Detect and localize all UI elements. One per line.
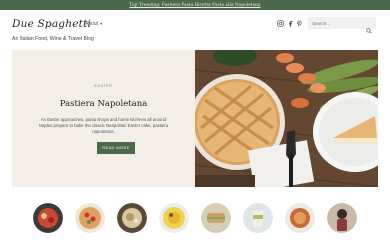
search-input[interactable]	[312, 18, 362, 28]
featured-post-image[interactable]	[195, 50, 378, 187]
post-excerpt: As Easter approaches, pasta shops and ho…	[38, 117, 169, 135]
thumbnail-seafood-pasta[interactable]	[33, 203, 63, 233]
site-logo[interactable]: Due Spaghetti	[12, 18, 91, 30]
thumbnail-cocktail[interactable]	[327, 203, 357, 233]
recent-posts-strip	[0, 203, 390, 240]
thumbnail-pizza[interactable]	[75, 203, 105, 233]
thumbnail-soup[interactable]	[159, 203, 189, 233]
thumbnail-pasta-dish[interactable]	[285, 203, 315, 233]
pinterest-icon[interactable]	[296, 20, 303, 30]
facebook-icon[interactable]	[287, 20, 294, 30]
nav-about-menu[interactable]: About ▾	[85, 21, 102, 27]
search-icon[interactable]	[366, 19, 372, 34]
featured-post-card: EASTER Pastiera Napoletana As Easter app…	[12, 50, 195, 187]
read-more-button[interactable]: READ MORE	[97, 142, 135, 154]
thumbnail-sandwich[interactable]	[201, 203, 231, 233]
nav-about-label: About	[85, 21, 99, 27]
site-tagline: An Italian Food, Wine & Travel Blog	[12, 36, 94, 42]
trending-banner[interactable]: Top Trending: Pastiera Pasta Ricetta Pas…	[0, 0, 390, 10]
search-box[interactable]	[308, 17, 376, 34]
post-title[interactable]: Pastiera Napoletana	[12, 99, 195, 109]
thumbnail-pasta-bowl[interactable]	[117, 203, 147, 233]
thumbnail-dessert[interactable]	[243, 203, 273, 233]
instagram-icon[interactable]	[277, 20, 284, 30]
site-header: Due Spaghetti About ▾	[0, 10, 390, 38]
chevron-down-icon: ▾	[99, 21, 103, 26]
post-category[interactable]: EASTER	[12, 84, 195, 88]
pastiera-photo	[195, 50, 378, 187]
